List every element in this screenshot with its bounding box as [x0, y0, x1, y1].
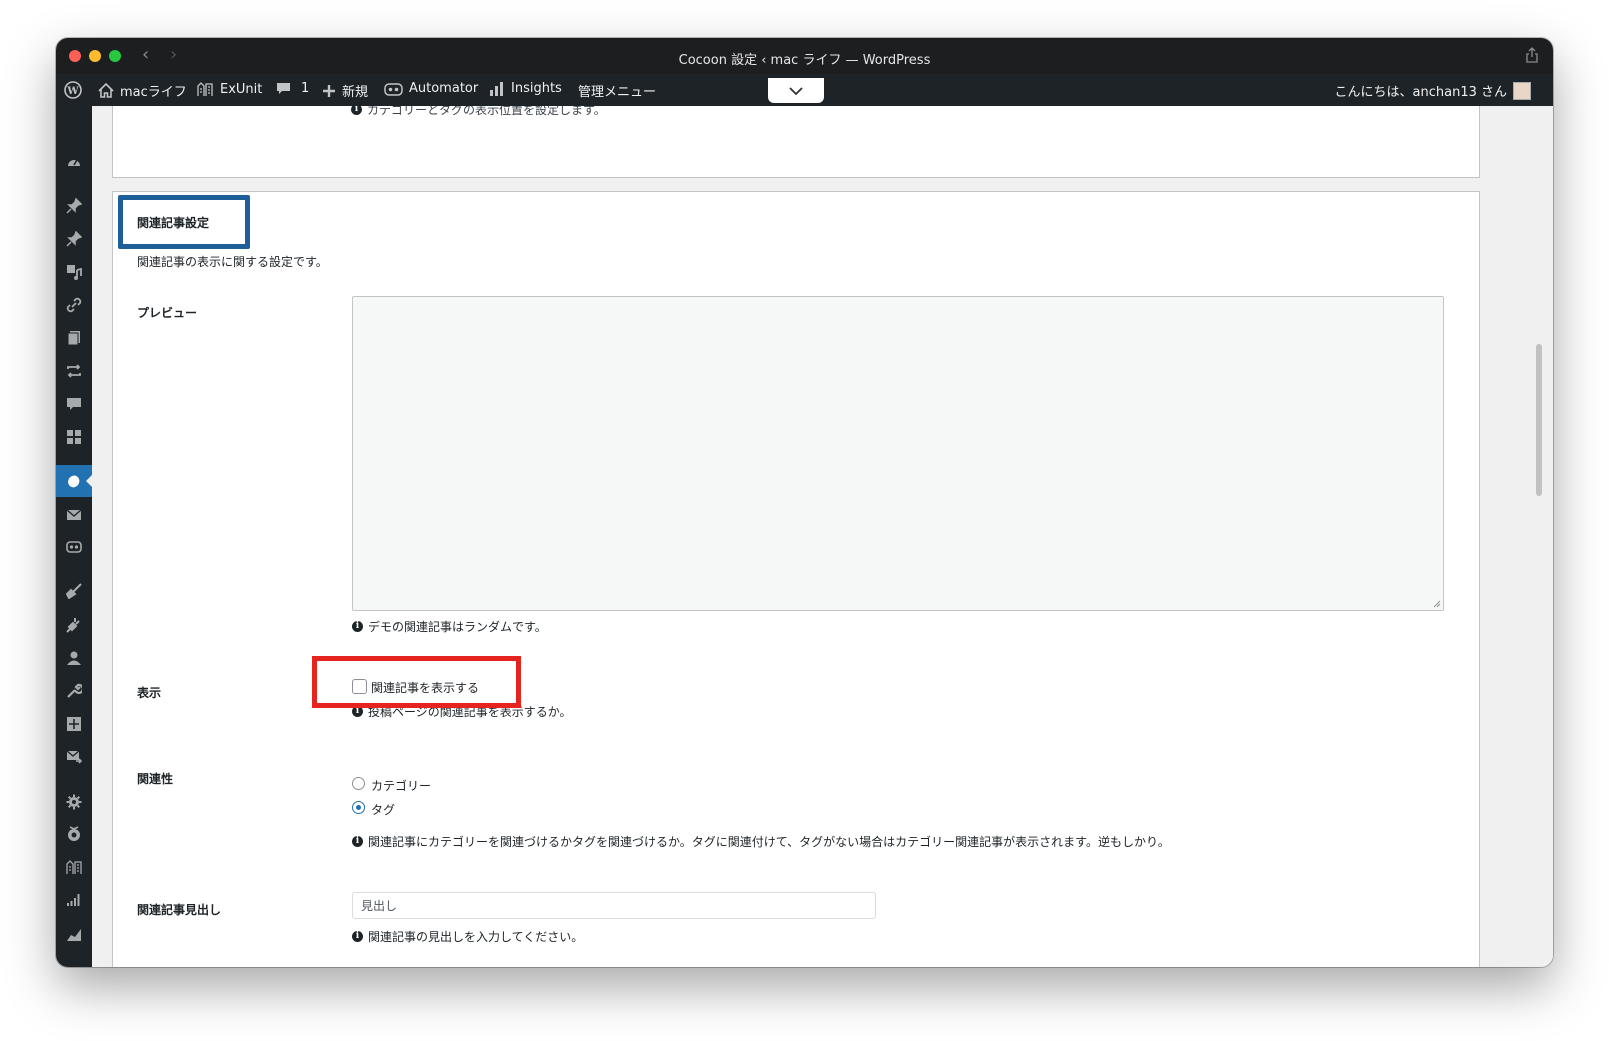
relevance-category-label[interactable]: カテゴリー [371, 777, 431, 794]
plus-icon [323, 84, 335, 97]
relevance-note: i 関連記事にカテゴリーを関連づけるかタグを関連づけるか。タグに関連付けて、タグ… [352, 833, 1170, 850]
signal-bars-icon[interactable] [66, 892, 82, 908]
comments-icon[interactable] [66, 396, 82, 412]
info-icon: i [352, 931, 363, 942]
toolbar-collapse-tab[interactable] [768, 78, 824, 103]
related-posts-preview [352, 296, 1444, 611]
mail-icon[interactable] [66, 507, 82, 523]
exunit-link[interactable]: ExUnit [196, 81, 262, 97]
settings-layout-icon[interactable] [66, 716, 82, 732]
mail-send-icon[interactable] [66, 749, 82, 765]
new-label: 新規 [342, 85, 369, 100]
preview-label: プレビュー [137, 306, 198, 320]
resize-grip-icon[interactable] [1433, 600, 1441, 608]
bar-chart-icon [490, 81, 503, 96]
dashboard-gauge-icon[interactable] [66, 154, 82, 170]
previous-settings-panel: i カテゴリーとタグの表示位置を設定します。 [112, 106, 1480, 178]
wordpress-logo-icon[interactable]: W [64, 81, 82, 99]
info-icon: i [352, 621, 363, 632]
appearance-brush-icon[interactable] [66, 583, 82, 599]
vertical-scrollbar[interactable] [1536, 344, 1542, 496]
posts-pin-icon[interactable] [66, 198, 82, 214]
related-heading-input[interactable] [352, 892, 876, 919]
relevance-label: 関連性 [137, 772, 174, 786]
admin-sidebar [56, 106, 92, 967]
plugins-plug-icon[interactable] [66, 617, 82, 633]
greeting-label: こんにちは、anchan13 さん [1334, 85, 1507, 100]
user-account-link[interactable]: こんにちは、anchan13 さん [1335, 81, 1531, 100]
preview-note: i デモの関連記事はランダムです。 [352, 618, 547, 635]
exunit-icon [197, 82, 213, 96]
blocks-grid-icon[interactable] [66, 429, 82, 445]
heading-label: 関連記事見出し [137, 903, 222, 917]
settings-content: i カテゴリーとタグの表示位置を設定します。 関連記事設定 関連記事の表示に関す… [92, 106, 1553, 967]
users-person-icon[interactable] [66, 650, 82, 666]
browser-window: ‹ › Cocoon 設定 ‹ mac ライフ — WordPress W ma… [56, 38, 1553, 967]
reusable-blocks-icon[interactable] [66, 363, 82, 379]
heading-note-text: 関連記事の見出しを入力してください。 [368, 930, 584, 944]
window-title: Cocoon 設定 ‹ mac ライフ — WordPress [678, 53, 931, 68]
tools-wrench-icon[interactable] [66, 683, 82, 699]
comments-link[interactable]: 1 [276, 81, 309, 96]
preview-note-text: デモの関連記事はランダムです。 [368, 620, 547, 634]
automator-robot-icon [384, 82, 403, 96]
relevance-tag-radio[interactable] [352, 801, 365, 814]
new-content-link[interactable]: 新規 [322, 81, 368, 100]
highlight-box-section-title [118, 195, 250, 249]
relevance-category-radio[interactable] [352, 777, 365, 790]
pages-icon[interactable] [66, 330, 82, 346]
links-chain-icon[interactable] [66, 297, 82, 313]
settings-gear-icon[interactable] [66, 794, 82, 810]
insights-link[interactable]: Insights [489, 81, 562, 96]
admin-menu-label: 管理メニュー [578, 85, 657, 100]
heading-note: i 関連記事の見出しを入力してください。 [352, 928, 583, 945]
relevance-tag-label[interactable]: タグ [371, 801, 395, 818]
comments-count: 1 [301, 81, 310, 96]
custom-posts-pin-icon[interactable] [66, 231, 82, 247]
comment-bubble-icon [277, 83, 290, 94]
site-name-link[interactable]: macライフ [98, 81, 187, 100]
site-name-label: macライフ [120, 85, 187, 100]
relevance-note-text: 関連記事にカテゴリーを関連づけるかタグを関連づけるか。タグに関連付けて、タグがな… [368, 835, 1170, 849]
window-titlebar: ‹ › Cocoon 設定 ‹ mac ライフ — WordPress [56, 38, 1553, 74]
chevron-down-icon [789, 86, 803, 95]
previous-note: i カテゴリーとタグの表示位置を設定します。 [351, 106, 606, 118]
automator-robot-icon[interactable] [66, 539, 82, 555]
home-icon [98, 83, 114, 98]
info-icon: i [352, 836, 363, 847]
exunit-label: ExUnit [220, 81, 263, 97]
badge-gear-icon[interactable] [66, 826, 82, 842]
automator-label: Automator [409, 81, 479, 96]
exunit-icon[interactable] [66, 859, 82, 875]
insights-label: Insights [511, 81, 562, 96]
analytics-line-icon[interactable] [66, 926, 82, 942]
highlight-box-display-checkbox [312, 656, 521, 708]
admin-menu-link[interactable]: 管理メニュー [578, 81, 656, 100]
section-description: 関連記事の表示に関する設定です。 [137, 255, 328, 269]
cocoon-egg-icon[interactable] [66, 473, 82, 489]
automator-link[interactable]: Automator [384, 81, 478, 96]
share-icon[interactable] [1525, 47, 1539, 63]
info-icon: i [351, 106, 362, 115]
previous-note-text: カテゴリーとタグの表示位置を設定します。 [367, 106, 606, 117]
media-icon[interactable] [66, 264, 82, 280]
avatar [1513, 81, 1531, 100]
svg-text:W: W [66, 86, 79, 97]
display-label: 表示 [137, 686, 162, 700]
